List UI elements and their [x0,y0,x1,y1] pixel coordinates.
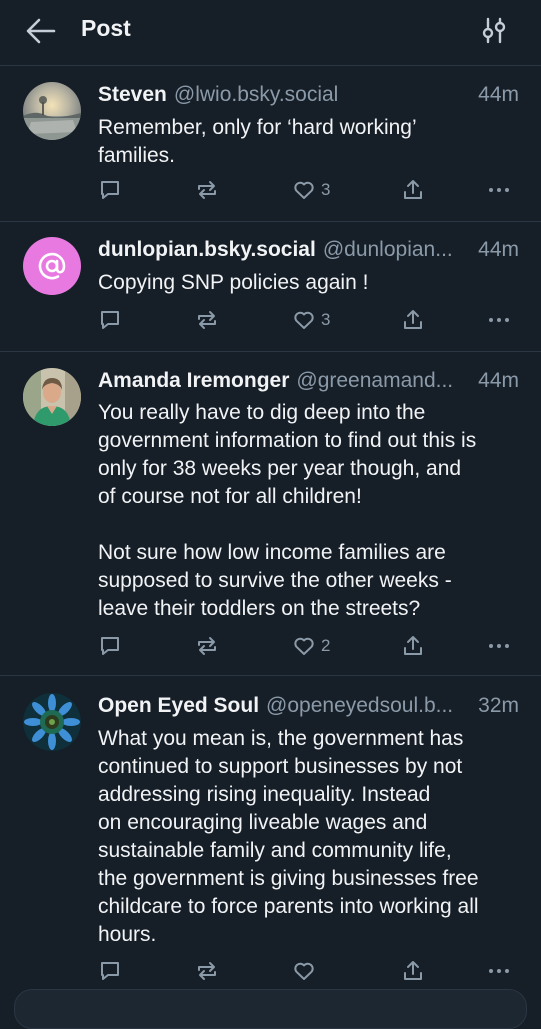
post-actions: 2 [0,631,541,661]
share-icon [404,310,422,329]
share-button[interactable] [401,305,425,335]
like-count: 3 [321,310,331,329]
avatar[interactable] [23,693,81,751]
more-dots-icon [489,644,509,648]
author-handle[interactable]: @openeyedsoul.b... [266,694,472,718]
thread-settings-button[interactable] [479,14,509,46]
post-item[interactable]: dunlopian.bsky.social @dunlopian... 44m … [0,223,541,352]
author-name[interactable]: dunlopian.bsky.social [98,238,316,262]
back-button[interactable] [24,16,58,46]
author-handle[interactable]: @greenamand... [296,369,472,393]
post-time[interactable]: 44m [478,238,519,262]
reply-button[interactable] [98,305,122,335]
author-handle[interactable]: @dunlopian... [323,238,472,262]
reply-icon [101,181,119,199]
repost-button[interactable] [195,175,219,205]
like-button[interactable] [292,956,321,986]
author-name[interactable]: Open Eyed Soul [98,694,259,718]
more-options-button[interactable] [487,175,511,205]
author-name[interactable]: Steven [98,83,167,107]
more-options-button[interactable] [487,305,511,335]
like-button[interactable]: 3 [292,305,330,335]
arrow-left-icon [26,18,56,44]
post-text: Remember, only for ‘hard working’ famili… [98,116,417,167]
post-time[interactable]: 32m [478,694,519,718]
post-text: What you mean is, the government has con… [98,727,479,946]
avatar[interactable] [23,368,81,426]
repost-icon [198,181,216,199]
heart-icon [294,311,314,329]
heart-icon [294,962,314,980]
post-item[interactable]: Steven @lwio.bsky.social 44m Remember, o… [0,67,541,222]
more-dots-icon [489,969,509,973]
more-options-button[interactable] [487,631,511,661]
reply-button[interactable] [98,631,122,661]
repost-button[interactable] [195,631,219,661]
post-text: You really have to dig deep into the gov… [98,401,477,620]
like-button[interactable]: 3 [292,175,330,205]
repost-icon [198,637,216,655]
top-bar: Post [0,0,541,66]
at-sign-icon [38,252,66,280]
post-item[interactable]: Open Eyed Soul @openeyedsoul.b... 32m Wh… [0,677,541,1000]
author-handle[interactable]: @lwio.bsky.social [174,83,472,107]
like-count: 3 [321,180,331,199]
share-icon [404,636,422,655]
like-button[interactable]: 2 [292,631,330,661]
post-actions: 3 [0,305,541,335]
reply-icon [101,962,119,980]
post-text: Copying SNP policies again ! [98,271,369,294]
post-item[interactable]: Amanda Iremonger @greenamand... 44m You … [0,353,541,676]
reply-icon [101,637,119,655]
heart-icon [294,181,314,199]
sliders-icon [482,17,506,44]
repost-icon [198,311,216,329]
reply-composer-bar[interactable] [14,989,527,1029]
post-time[interactable]: 44m [478,83,519,107]
reply-button[interactable] [98,956,122,986]
share-button[interactable] [401,175,425,205]
like-count: 2 [321,636,331,655]
reply-button[interactable] [98,175,122,205]
avatar[interactable] [23,237,81,295]
share-button[interactable] [401,956,425,986]
heart-icon [294,637,314,655]
share-icon [404,180,422,199]
post-actions [0,956,541,986]
page-title: Post [81,15,131,41]
post-actions: 3 [0,175,541,205]
avatar[interactable] [23,82,81,140]
repost-button[interactable] [195,305,219,335]
repost-icon [198,962,216,980]
share-button[interactable] [401,631,425,661]
share-icon [404,961,422,980]
author-name[interactable]: Amanda Iremonger [98,369,289,393]
reply-icon [101,311,119,329]
more-dots-icon [489,188,509,192]
post-time[interactable]: 44m [478,369,519,393]
repost-button[interactable] [195,956,219,986]
more-dots-icon [489,318,509,322]
more-options-button[interactable] [487,956,511,986]
